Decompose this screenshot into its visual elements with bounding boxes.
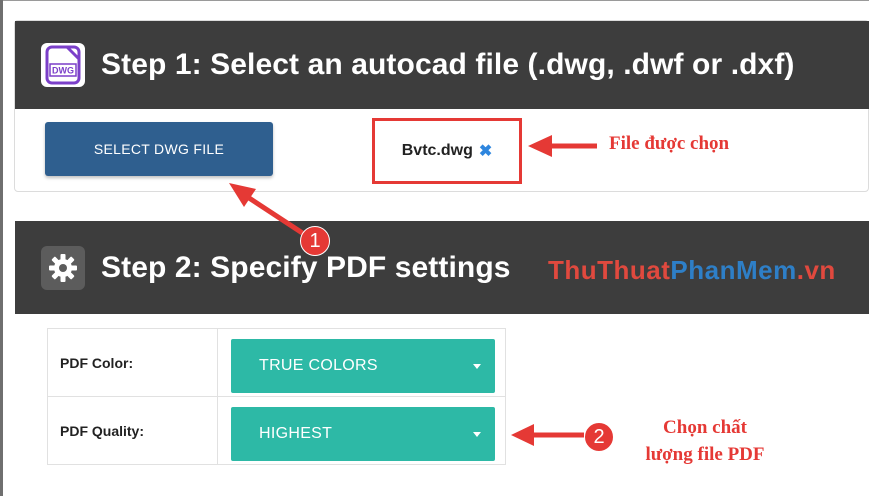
arrow-to-button-head: [229, 183, 256, 207]
step-badge-1: 1: [300, 226, 330, 256]
annotation-quality-line2: lượng file PDF: [645, 444, 765, 465]
arrow-to-button: [241, 191, 309, 239]
annotation-choose-quality: Chọn chất lượng file PDF: [610, 414, 800, 468]
arrow-to-quality-head: [511, 424, 534, 446]
arrow-to-file-head: [528, 135, 552, 157]
annotation-quality-line1: Chọn chất: [663, 417, 747, 438]
